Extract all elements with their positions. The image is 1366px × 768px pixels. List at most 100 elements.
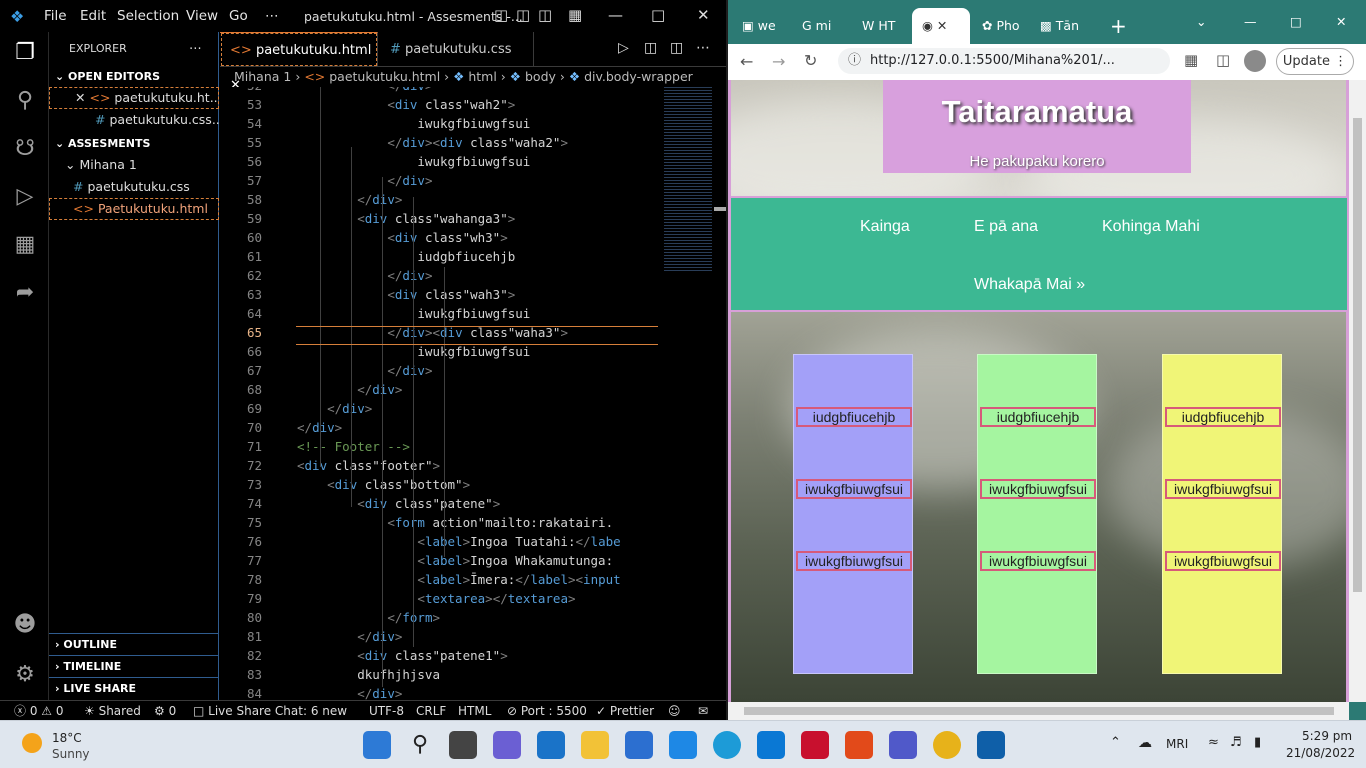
open-preview-icon[interactable]: ◫ xyxy=(644,40,657,56)
close-editor-icon[interactable]: ✕ xyxy=(75,90,85,105)
eol-status[interactable]: CRLF xyxy=(416,701,446,721)
browser-tab[interactable]: ✿ Pho xyxy=(982,8,1038,44)
chrome-minimize-icon[interactable]: — xyxy=(1244,4,1257,40)
open-editor-item-css[interactable]: # paetukutuku.css... xyxy=(49,109,219,131)
edge-icon[interactable] xyxy=(713,731,741,759)
explorer-more-icon[interactable]: ⋯ xyxy=(189,37,209,59)
editor-scrollbar[interactable] xyxy=(714,207,726,211)
mcafee-icon[interactable] xyxy=(801,731,829,759)
office-icon[interactable] xyxy=(845,731,873,759)
breadcrumb-item[interactable]: body xyxy=(525,69,556,84)
browser-tab-active[interactable]: ◉ ✕ xyxy=(912,8,970,44)
run-debug-icon[interactable]: ▷ xyxy=(10,182,40,212)
breadcrumb-item[interactable]: div.body-wrapper xyxy=(584,69,693,84)
store-icon[interactable] xyxy=(625,731,653,759)
menu-view[interactable]: View xyxy=(186,8,218,24)
menu-selection[interactable]: Selection xyxy=(117,8,179,24)
browser-tab[interactable]: ▩ Tān xyxy=(1040,8,1096,44)
new-tab-button[interactable]: + xyxy=(1110,8,1127,44)
weather-temp[interactable]: 18°C xyxy=(52,731,82,745)
extensions-icon[interactable]: ▦ xyxy=(10,230,40,260)
encoding-status[interactable]: UTF-8 xyxy=(369,701,404,721)
close-tab-icon[interactable]: ✕ xyxy=(937,18,947,33)
file-explorer-icon[interactable] xyxy=(581,731,609,759)
battery-icon[interactable]: ▮ xyxy=(1254,735,1261,750)
chrome-maximize-icon[interactable]: □ xyxy=(1290,4,1302,40)
nav-link-kohinga-mahi[interactable]: Kohinga Mahi xyxy=(1102,218,1200,236)
chat-icon[interactable] xyxy=(493,731,521,759)
menu-go[interactable]: Go xyxy=(229,8,248,24)
tab-css[interactable]: # paetukutuku.css xyxy=(380,32,534,67)
reload-icon[interactable]: ↻ xyxy=(804,51,817,70)
minimap[interactable] xyxy=(664,87,712,272)
page-vertical-scrollbar[interactable] xyxy=(1349,80,1366,702)
layout-split-icon[interactable]: ◫ xyxy=(538,6,552,24)
profile-avatar[interactable] xyxy=(1244,50,1266,72)
browser-tab[interactable]: W HT xyxy=(862,8,918,44)
open-editors-header[interactable]: ⌄ OPEN EDITORS xyxy=(49,66,219,88)
file-item-html[interactable]: <> Paetukutuku.html xyxy=(49,198,219,220)
tab-html[interactable]: <> paetukutuku.html ✕ xyxy=(220,32,378,93)
layout-panel-icon[interactable]: ◫ xyxy=(494,6,508,24)
accounts-icon[interactable]: ☻ xyxy=(10,610,40,640)
app-icon[interactable] xyxy=(669,731,697,759)
forward-icon[interactable]: → xyxy=(772,52,785,71)
nav-link-whakapa-mai[interactable]: Whakapā Mai » xyxy=(974,276,1085,294)
explorer-icon[interactable]: ❐ xyxy=(10,38,40,68)
mail-icon[interactable] xyxy=(537,731,565,759)
prettier-status[interactable]: ✓ Prettier xyxy=(596,701,654,721)
nav-link-kainga[interactable]: Kainga xyxy=(860,218,910,236)
search-icon[interactable]: ⚲ xyxy=(10,86,40,116)
notifications-icon[interactable]: ✉ xyxy=(698,701,708,721)
site-info-icon[interactable]: ⓘ xyxy=(848,48,861,74)
minimize-icon[interactable]: — xyxy=(608,6,623,24)
scroll-thumb[interactable] xyxy=(1353,118,1362,592)
feedback-icon[interactable]: ☺ xyxy=(668,701,681,721)
settings-gear-icon[interactable]: ⚙ xyxy=(10,660,40,690)
liveshare-header[interactable]: › LIVE SHARE xyxy=(49,677,219,699)
side-panel-icon[interactable]: ◫ xyxy=(1216,51,1230,69)
language-indicator[interactable]: MRI xyxy=(1166,737,1188,751)
search-icon[interactable]: ⚲ xyxy=(406,731,434,759)
liveshare-chat-status[interactable]: □ Live Share Chat: 6 new xyxy=(193,701,347,721)
timeline-header[interactable]: › TIMELINE xyxy=(49,655,219,677)
port-status[interactable]: ⊘ Port : 5500 xyxy=(507,701,587,721)
code-editor[interactable]: 52 </div> 53 <div class"wah2"> 54 iwukgfbi… xyxy=(220,87,726,700)
wifi-icon[interactable]: ≈ xyxy=(1208,735,1219,750)
shared-status[interactable]: ☀ Shared xyxy=(84,701,141,721)
address-bar[interactable]: ⓘ http://127.0.0.1:5500/Mihana%201/... xyxy=(838,48,1170,74)
workspace-header[interactable]: ⌄ ASSESMENTS xyxy=(49,133,219,155)
split-editor-icon[interactable]: ◫ xyxy=(670,40,683,56)
scroll-thumb[interactable] xyxy=(744,707,1334,715)
close-icon[interactable]: ✕ xyxy=(697,6,710,24)
customize-layout-icon[interactable]: ▦ xyxy=(568,6,582,24)
tray-chevron-icon[interactable]: ⌃ xyxy=(1110,735,1121,750)
app-icon[interactable] xyxy=(757,731,785,759)
weather-desc[interactable]: Sunny xyxy=(52,747,90,761)
task-view-icon[interactable] xyxy=(449,731,477,759)
editor-more-icon[interactable]: ⋯ xyxy=(696,40,710,56)
problems-status[interactable]: ⓧ 0 ⚠ 0 xyxy=(14,701,63,721)
menu-more[interactable]: ⋯ xyxy=(265,8,279,24)
tab-search-icon[interactable]: ⌄ xyxy=(1196,4,1206,40)
source-control-icon[interactable]: ☋ xyxy=(10,134,40,164)
breadcrumb-item[interactable]: paetukutuku.html xyxy=(329,69,440,84)
page-horizontal-scrollbar[interactable] xyxy=(728,702,1349,720)
teams-icon[interactable] xyxy=(889,731,917,759)
nav-link-e-pa-ana[interactable]: E pā ana xyxy=(974,218,1038,236)
menu-edit[interactable]: Edit xyxy=(80,8,106,24)
remote-explorer-icon[interactable]: ➦ xyxy=(10,278,40,308)
folder-item[interactable]: ⌄ Mihana 1 xyxy=(49,154,219,176)
cloud-icon[interactable]: ☁ xyxy=(1138,735,1152,751)
menu-file[interactable]: File xyxy=(44,8,67,24)
layout-sidebar-icon[interactable]: ◫ xyxy=(516,6,530,24)
start-icon[interactable] xyxy=(363,731,391,759)
back-icon[interactable]: ← xyxy=(740,52,753,71)
ports-status[interactable]: ⚙ 0 xyxy=(154,701,176,721)
update-button[interactable]: Update ⋮ xyxy=(1276,48,1354,75)
run-icon[interactable]: ▷ xyxy=(618,40,629,56)
breadcrumb-item[interactable]: Mihana 1 xyxy=(234,69,291,84)
maximize-icon[interactable]: □ xyxy=(651,6,665,24)
clock-date[interactable]: 21/08/2022 xyxy=(1286,746,1355,760)
chrome-close-icon[interactable]: ✕ xyxy=(1336,4,1346,40)
